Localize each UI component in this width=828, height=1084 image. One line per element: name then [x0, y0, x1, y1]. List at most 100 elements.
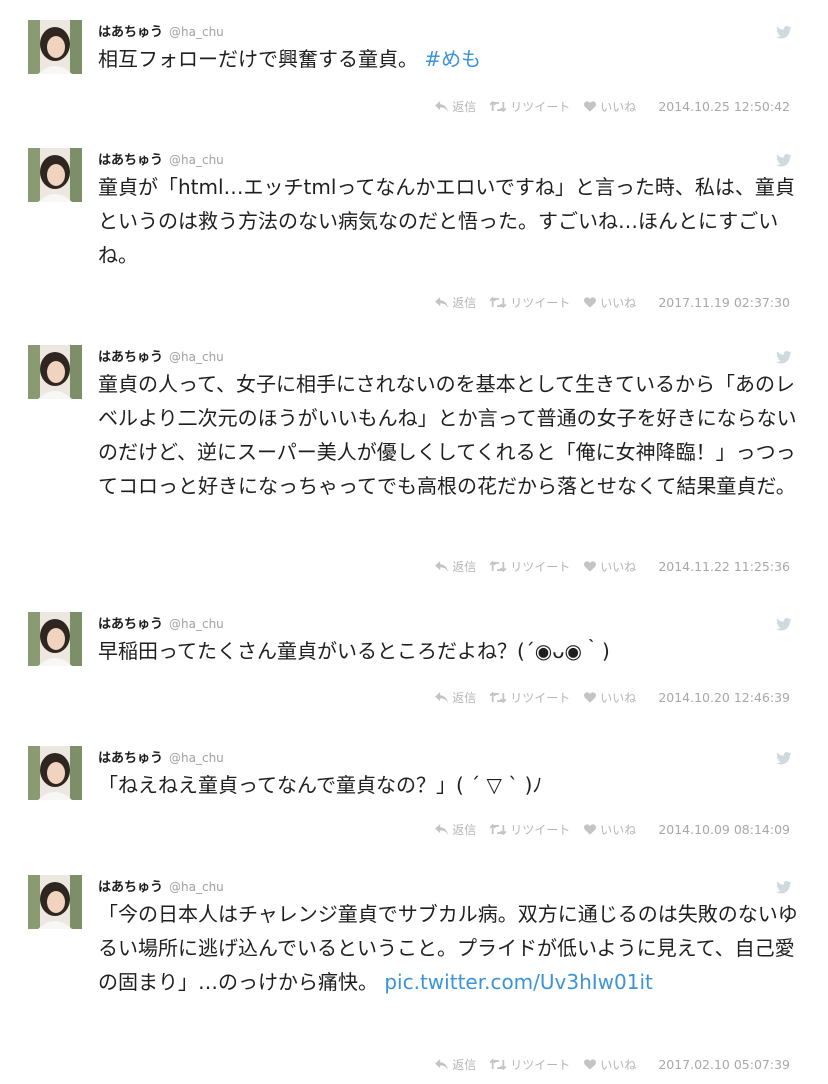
tweet-body: 童貞の人って、女子に相手にされないのを基本として生きているから「あのレベルより二… [98, 367, 798, 503]
like-button[interactable]: いいね [584, 98, 636, 115]
retweet-label: リツイート [510, 1058, 571, 1072]
reply-icon [435, 1059, 449, 1070]
retweet-label: リツイート [510, 100, 571, 114]
tweet-text: 「ねえねえ童貞ってなんで童貞なの？」( ´ ▽ ` )ﾉ [98, 773, 543, 797]
retweet-icon [490, 692, 507, 703]
like-label: いいね [600, 691, 637, 705]
twitter-bird-icon[interactable] [776, 152, 792, 167]
retweet-icon [490, 297, 507, 308]
tweet-timestamp[interactable]: 2014.10.20 12:46:39 [658, 690, 790, 705]
avatar[interactable] [28, 345, 82, 399]
tweet-actions: 返信 リツイート いいね 2014.10.09 08:14:09 [0, 821, 790, 838]
retweet-icon [490, 824, 507, 835]
twitter-bird-icon[interactable] [776, 616, 792, 631]
tweet-text: 相互フォローだけで興奮する童貞。 [98, 47, 418, 71]
user-handle[interactable]: @ha_chu [169, 751, 224, 765]
heart-icon [584, 297, 597, 308]
retweet-label: リツイート [510, 560, 571, 574]
retweet-button[interactable]: リツイート [490, 1056, 570, 1073]
tweet-actions: 返信 リツイート いいね 2014.10.20 12:46:39 [0, 689, 790, 706]
reply-label: 返信 [452, 560, 477, 574]
retweet-label: リツイート [510, 691, 571, 705]
tweet-timestamp[interactable]: 2017.11.19 02:37:30 [658, 295, 790, 310]
tweet-timestamp[interactable]: 2014.11.22 11:25:36 [658, 559, 790, 574]
tweet-actions: 返信 リツイート いいね 2014.11.22 11:25:36 [0, 558, 790, 575]
twitter-bird-icon[interactable] [776, 879, 792, 894]
avatar[interactable] [28, 746, 82, 800]
user-name[interactable]: はあちゅう [98, 346, 163, 365]
retweet-button[interactable]: リツイート [490, 558, 570, 575]
retweet-label: リツイート [510, 823, 571, 837]
reply-icon [435, 297, 449, 308]
like-label: いいね [600, 823, 637, 837]
reply-label: 返信 [452, 100, 477, 114]
user-name[interactable]: はあちゅう [98, 747, 163, 766]
reply-label: 返信 [452, 691, 477, 705]
tweet-actions: 返信 リツイート いいね 2014.10.25 12:50:42 [0, 98, 790, 115]
tweet-body: 「ねえねえ童貞ってなんで童貞なの？」( ´ ▽ ` )ﾉ [98, 768, 798, 802]
reply-icon [435, 101, 449, 112]
like-label: いいね [600, 296, 637, 310]
reply-button[interactable]: 返信 [435, 294, 476, 311]
tweet-actions: 返信 リツイート いいね 2017.11.19 02:37:30 [0, 294, 790, 311]
avatar[interactable] [28, 875, 82, 929]
tweet-body: 相互フォローだけで興奮する童貞。 #めも [98, 42, 798, 76]
like-label: いいね [600, 100, 637, 114]
user-handle[interactable]: @ha_chu [169, 880, 224, 894]
user-name[interactable]: はあちゅう [98, 21, 163, 40]
like-button[interactable]: いいね [584, 1056, 636, 1073]
twitter-bird-icon[interactable] [776, 24, 792, 39]
retweet-icon [490, 101, 507, 112]
like-button[interactable]: いいね [584, 821, 636, 838]
twitter-bird-icon[interactable] [776, 750, 792, 765]
reply-button[interactable]: 返信 [435, 1056, 476, 1073]
like-button[interactable]: いいね [584, 558, 636, 575]
user-handle[interactable]: @ha_chu [169, 350, 224, 364]
tweet-body: 童貞が「html…エッチtmlってなんかエロいですね」と言った時、私は、童貞とい… [98, 170, 798, 272]
tweet-timestamp[interactable]: 2014.10.09 08:14:09 [658, 822, 790, 837]
twitter-bird-icon[interactable] [776, 349, 792, 364]
reply-button[interactable]: 返信 [435, 558, 476, 575]
tweet-text: 童貞が「html…エッチtmlってなんかエロいですね」と言った時、私は、童貞とい… [98, 175, 795, 267]
retweet-button[interactable]: リツイート [490, 689, 570, 706]
user-name[interactable]: はあちゅう [98, 613, 163, 632]
heart-icon [584, 561, 597, 572]
reply-icon [435, 824, 449, 835]
retweet-button[interactable]: リツイート [490, 821, 570, 838]
avatar[interactable] [28, 20, 82, 74]
tweet-body: 「今の日本人はチャレンジ童貞でサブカル病。双方に通じるのは失敗のないゆるい場所に… [98, 897, 798, 999]
user-handle[interactable]: @ha_chu [169, 153, 224, 167]
reply-icon [435, 561, 449, 572]
like-button[interactable]: いいね [584, 294, 636, 311]
reply-label: 返信 [452, 1058, 477, 1072]
tweet-text: 早稲田ってたくさん童貞がいるところだよね？(´◉ᴗ◉｀) [98, 639, 610, 663]
tweet-body: 早稲田ってたくさん童貞がいるところだよね？(´◉ᴗ◉｀) [98, 634, 798, 668]
reply-button[interactable]: 返信 [435, 689, 476, 706]
avatar[interactable] [28, 612, 82, 666]
retweet-label: リツイート [510, 296, 571, 310]
tweet-timestamp[interactable]: 2014.10.25 12:50:42 [658, 99, 790, 114]
reply-button[interactable]: 返信 [435, 98, 476, 115]
reply-label: 返信 [452, 823, 477, 837]
retweet-icon [490, 1059, 507, 1070]
media-link[interactable]: pic.twitter.com/Uv3hIw01it [384, 970, 653, 994]
retweet-button[interactable]: リツイート [490, 98, 570, 115]
tweet-timestamp[interactable]: 2017.02.10 05:07:39 [658, 1057, 790, 1072]
heart-icon [584, 824, 597, 835]
hashtag-link[interactable]: #めも [424, 47, 481, 71]
user-name[interactable]: はあちゅう [98, 149, 163, 168]
user-handle[interactable]: @ha_chu [169, 617, 224, 631]
like-label: いいね [600, 1058, 637, 1072]
like-label: いいね [600, 560, 637, 574]
like-button[interactable]: いいね [584, 689, 636, 706]
reply-button[interactable]: 返信 [435, 821, 476, 838]
user-name[interactable]: はあちゅう [98, 876, 163, 895]
retweet-button[interactable]: リツイート [490, 294, 570, 311]
heart-icon [584, 692, 597, 703]
user-handle[interactable]: @ha_chu [169, 25, 224, 39]
retweet-icon [490, 561, 507, 572]
avatar[interactable] [28, 148, 82, 202]
heart-icon [584, 1059, 597, 1070]
tweet-actions: 返信 リツイート いいね 2017.02.10 05:07:39 [0, 1056, 790, 1073]
heart-icon [584, 101, 597, 112]
